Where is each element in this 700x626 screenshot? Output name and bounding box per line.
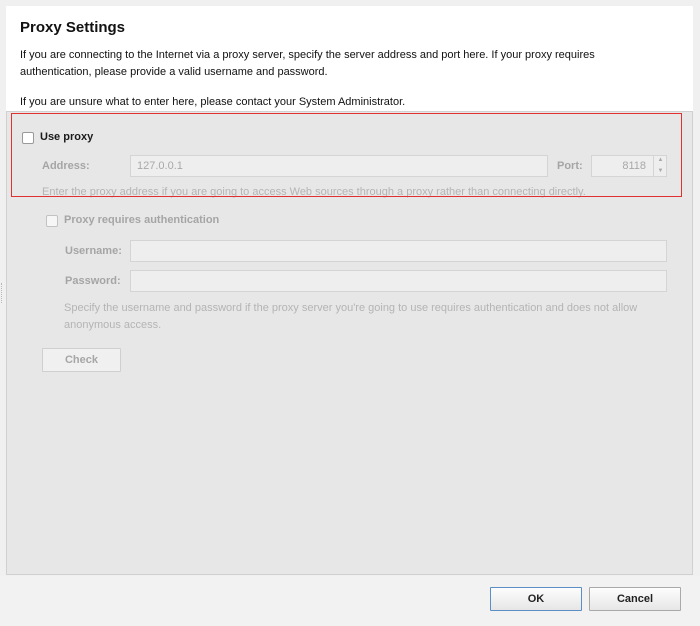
check-button[interactable]: Check (42, 348, 121, 372)
address-input[interactable]: 127.0.0.1 (130, 155, 548, 177)
auth-checkbox[interactable] (46, 215, 58, 227)
proxy-hint-text: Enter the proxy address if you are going… (42, 186, 586, 198)
auth-hint-text: Specify the username and password if the… (64, 302, 638, 331)
dialog-title: Proxy Settings (20, 19, 126, 36)
use-proxy-checkbox[interactable] (22, 132, 34, 144)
username-input[interactable] (130, 240, 667, 262)
resize-grip[interactable] (1, 283, 5, 303)
port-label: Port: (557, 160, 583, 172)
port-spinner: ▲ ▼ (653, 155, 667, 177)
use-proxy-label[interactable]: Use proxy (40, 131, 93, 143)
cancel-button[interactable]: Cancel (589, 587, 681, 611)
password-label: Password: (65, 275, 121, 287)
address-label: Address: (42, 160, 90, 172)
spin-down-arrow-icon[interactable]: ▼ (654, 166, 667, 176)
password-input[interactable] (130, 270, 667, 292)
proxy-settings-dialog: Proxy Settings If you are connecting to … (0, 0, 700, 626)
intro-text: If you are connecting to the Internet vi… (20, 49, 595, 78)
ok-button[interactable]: OK (490, 587, 582, 611)
dialog-header: Proxy Settings If you are connecting to … (6, 6, 693, 111)
username-label: Username: (65, 245, 122, 257)
port-value: 8118 (622, 160, 646, 172)
settings-panel (6, 111, 693, 575)
spin-up-arrow-icon[interactable]: ▲ (654, 155, 667, 165)
admin-note: If you are unsure what to enter here, pl… (20, 96, 406, 108)
auth-label[interactable]: Proxy requires authentication (64, 214, 219, 226)
